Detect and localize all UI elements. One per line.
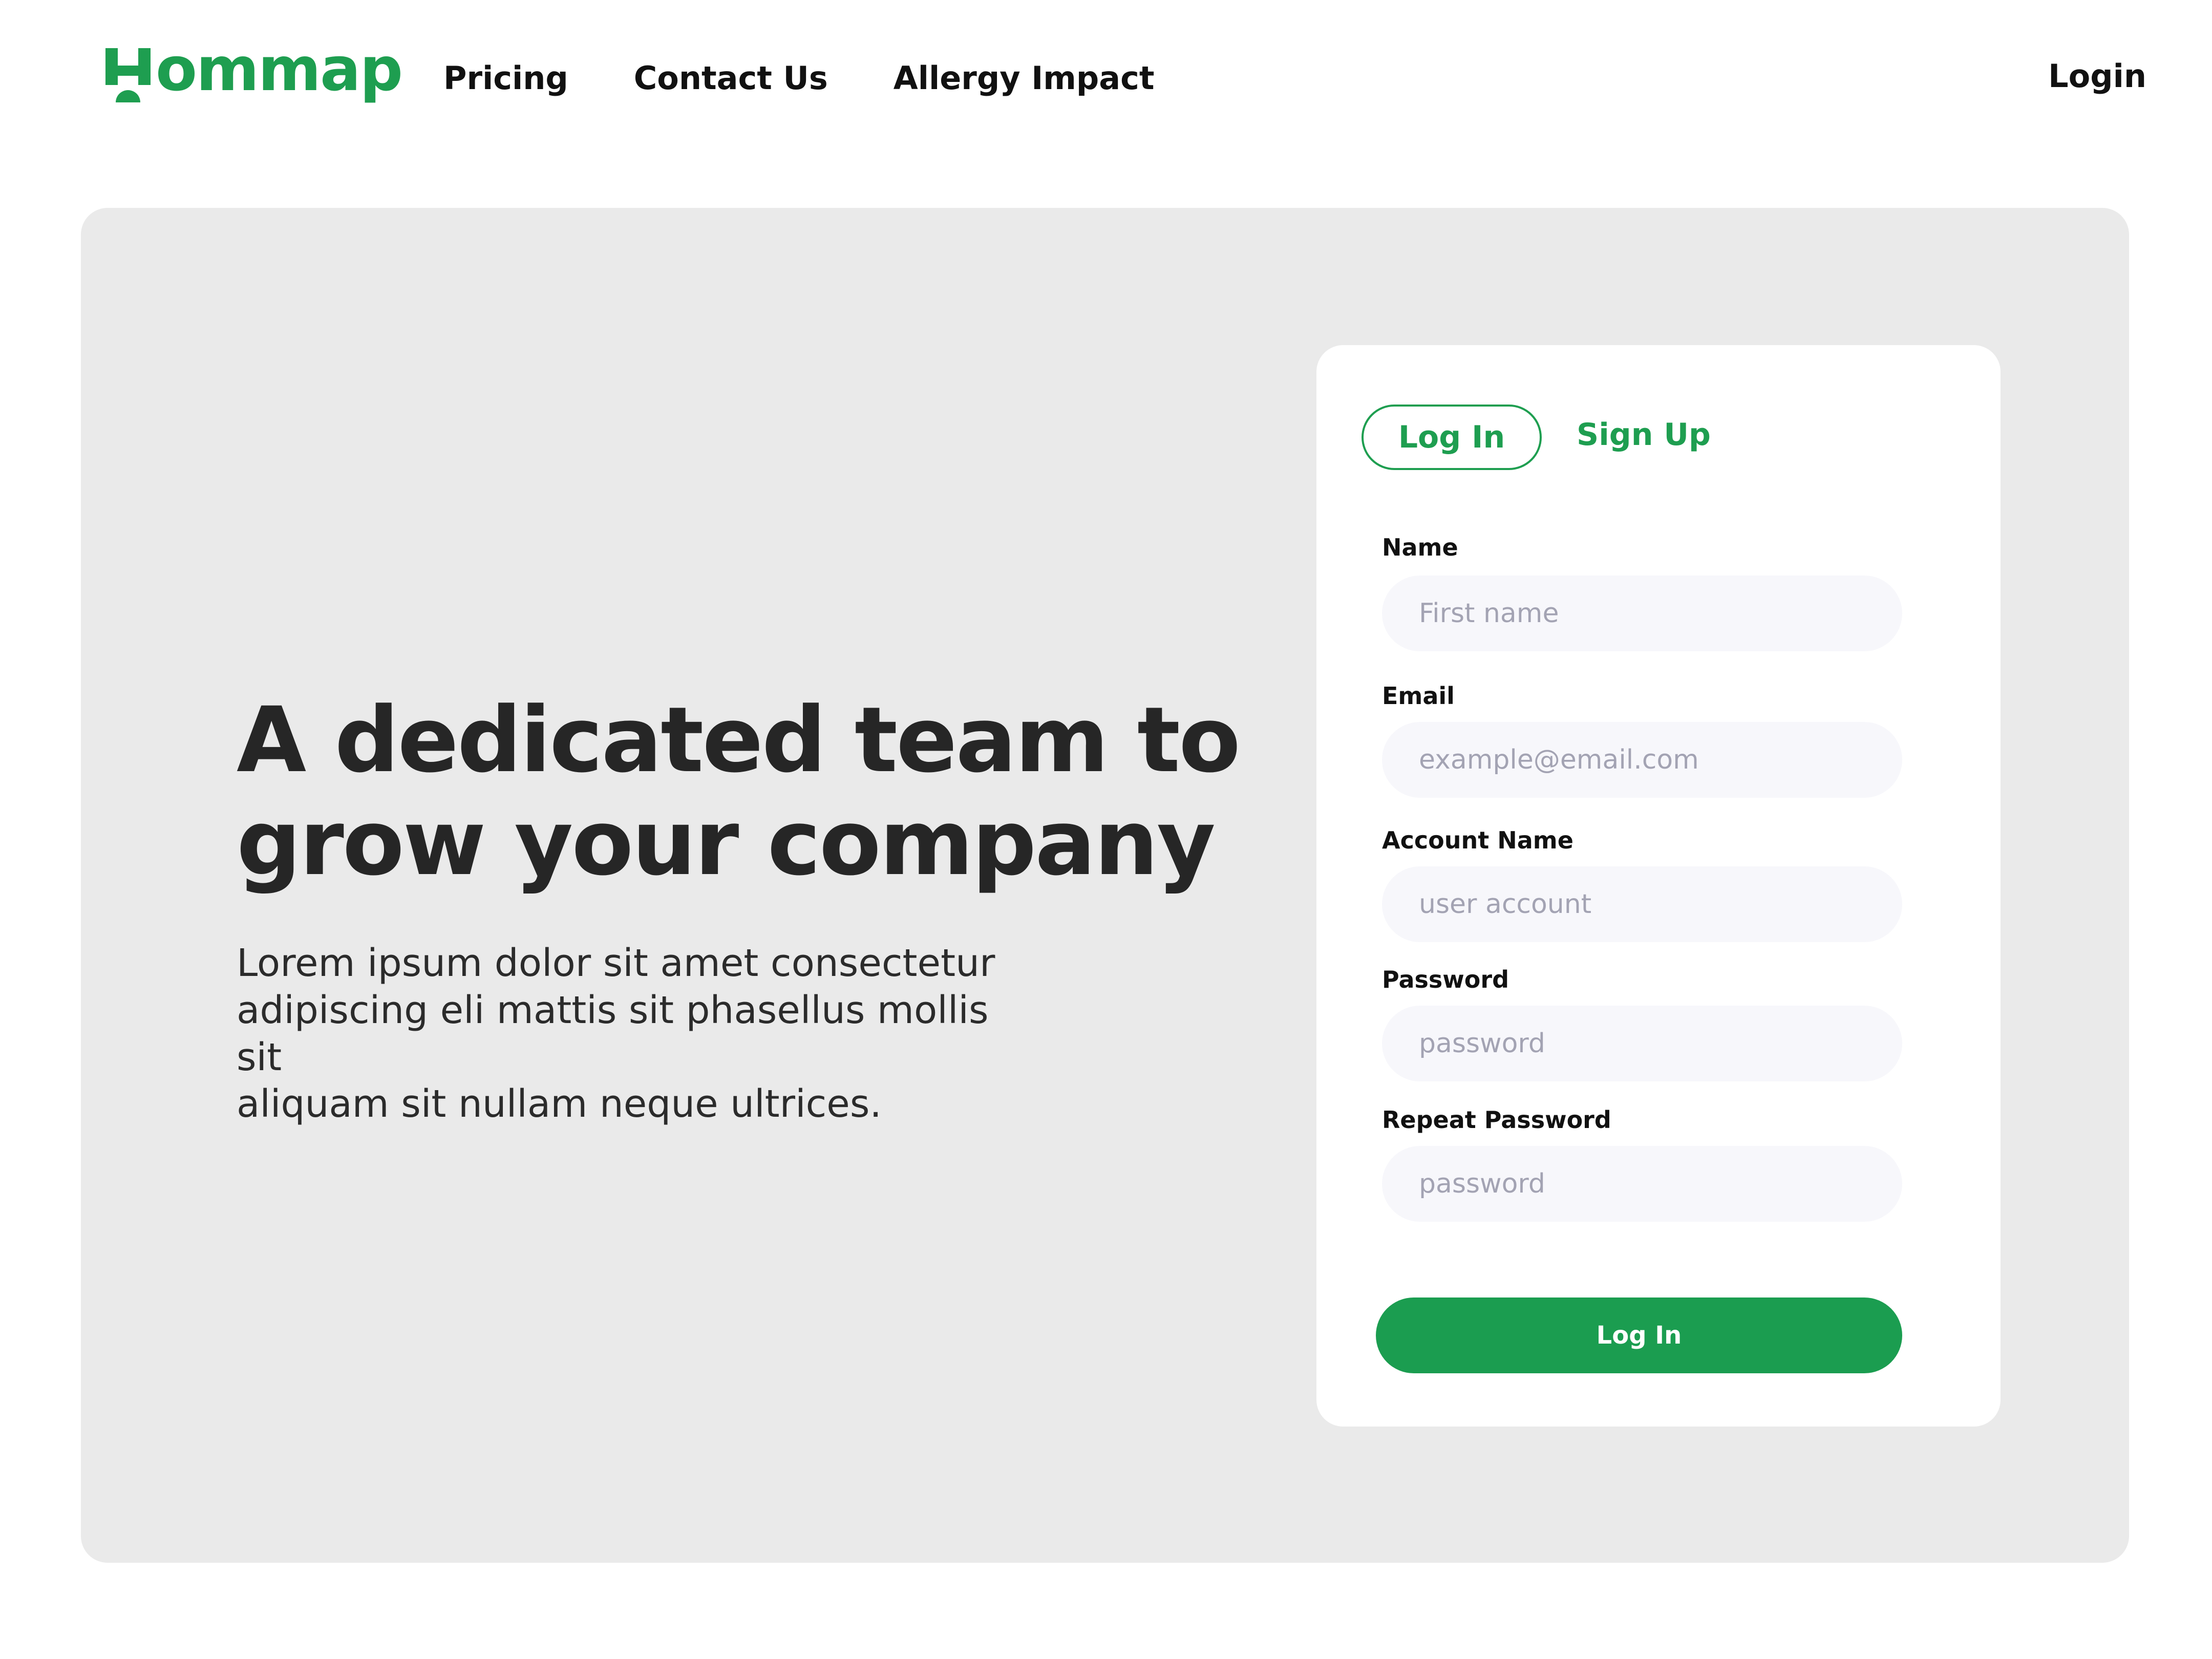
nav-item-contact-us[interactable]: Contact Us [634, 59, 828, 97]
hommap-logo-icon [105, 48, 151, 102]
auth-tabs: Log In Sign Up [1362, 405, 1711, 470]
hero-description: Lorem ipsum dolor sit amet consectetur a… [237, 940, 1005, 1128]
repeat-password-input[interactable] [1382, 1146, 1902, 1222]
hero-description-line-3: aliquam sit nullam neque ultrices. [237, 1082, 882, 1126]
hero-description-line-1: Lorem ipsum dolor sit amet consectetur [237, 941, 995, 985]
name-input[interactable] [1382, 576, 1902, 651]
account-name-input[interactable] [1382, 866, 1902, 942]
hero-panel: A dedicated team to grow your company Lo… [81, 208, 2129, 1563]
nav-item-allergy-impact[interactable]: Allergy Impact [894, 59, 1155, 97]
log-in-submit-button[interactable]: Log In [1376, 1298, 1902, 1373]
nav-item-pricing[interactable]: Pricing [443, 59, 568, 97]
brand-wordmark: ommap [156, 34, 403, 104]
repeat-password-label: Repeat Password [1382, 1106, 1611, 1134]
auth-form-card: Log In Sign Up Name Email Account Name P… [1316, 345, 2001, 1427]
email-label: Email [1382, 682, 1455, 710]
tab-sign-up[interactable]: Sign Up [1577, 417, 1711, 458]
brand-logo[interactable]: ommap [102, 39, 403, 102]
password-input[interactable] [1382, 1006, 1902, 1081]
main-nav: Pricing Contact Us Allergy Impact [443, 59, 1155, 97]
site-header: ommap Pricing Contact Us Allergy Impact … [0, 0, 2212, 164]
hero-headline-line-2: grow your company [237, 790, 1216, 896]
hero-headline: A dedicated team to grow your company [237, 689, 1312, 895]
hero-description-line-2: adipiscing eli mattis sit phasellus moll… [237, 988, 989, 1079]
header-login-link[interactable]: Login [2048, 57, 2146, 95]
name-label: Name [1382, 534, 1458, 561]
account-name-label: Account Name [1382, 826, 1573, 854]
hero-headline-line-1: A dedicated team to [237, 688, 1241, 793]
tab-log-in[interactable]: Log In [1362, 405, 1542, 470]
password-label: Password [1382, 966, 1509, 993]
email-input[interactable] [1382, 722, 1902, 798]
